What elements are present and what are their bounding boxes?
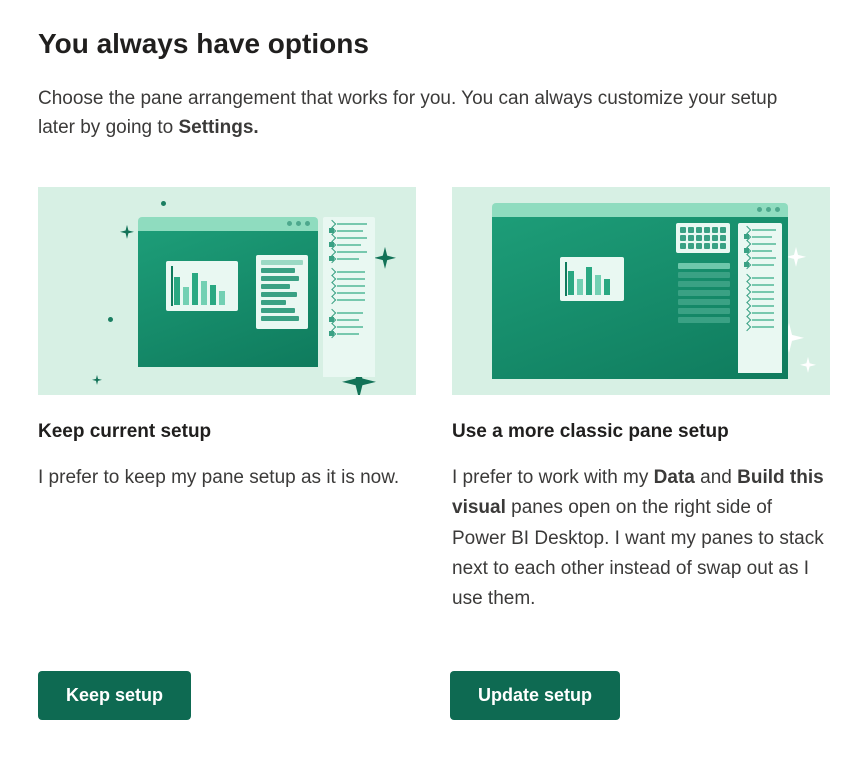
window-illustration <box>492 203 788 379</box>
tree-panel-icon <box>738 223 782 373</box>
window-dots-icon <box>287 221 310 226</box>
dot-icon <box>108 317 113 322</box>
window-body <box>138 231 318 367</box>
page-subtitle: Choose the pane arrangement that works f… <box>38 84 818 143</box>
option-classic: Use a more classic pane setup I prefer t… <box>452 187 830 615</box>
subtitle-text: Choose the pane arrangement that works f… <box>38 88 777 138</box>
chart-icon <box>166 261 238 311</box>
sparkle-icon <box>374 247 396 269</box>
illustration-classic <box>452 187 830 395</box>
sparkle-icon <box>120 225 134 239</box>
tree-panel-icon <box>323 217 375 377</box>
page-title: You always have options <box>38 28 826 60</box>
list-panel-icon <box>678 263 730 326</box>
window-dots-icon <box>757 207 780 212</box>
list-panel-icon <box>256 255 308 329</box>
window-titlebar <box>138 217 318 231</box>
sparkle-icon <box>800 357 816 373</box>
chart-icon <box>560 257 624 301</box>
desc-part: panes open on the right side of Power BI… <box>452 497 824 609</box>
option-keep-current: Keep current setup I prefer to keep my p… <box>38 187 416 615</box>
option-classic-description: I prefer to work with my Data and Build … <box>452 463 830 615</box>
window-titlebar <box>492 203 788 217</box>
update-setup-button[interactable]: Update setup <box>450 671 620 720</box>
grid-panel-icon <box>676 223 730 253</box>
keep-setup-button[interactable]: Keep setup <box>38 671 191 720</box>
option-keep-description: I prefer to keep my pane setup as it is … <box>38 463 416 493</box>
option-classic-title: Use a more classic pane setup <box>452 421 830 443</box>
desc-part: and <box>695 467 737 488</box>
sparkle-icon <box>786 247 806 267</box>
illustration-keep-current <box>38 187 416 395</box>
subtitle-settings-bold: Settings. <box>178 117 258 138</box>
sparkle-icon <box>92 375 102 385</box>
actions-row: Keep setup Update setup <box>38 671 826 720</box>
option-keep-title: Keep current setup <box>38 421 416 443</box>
desc-part: I prefer to work with my <box>452 467 654 488</box>
window-illustration <box>138 217 318 367</box>
options-container: Keep current setup I prefer to keep my p… <box>38 187 826 615</box>
dot-icon <box>161 201 166 206</box>
desc-bold-data: Data <box>654 467 695 488</box>
window-body <box>492 217 788 379</box>
